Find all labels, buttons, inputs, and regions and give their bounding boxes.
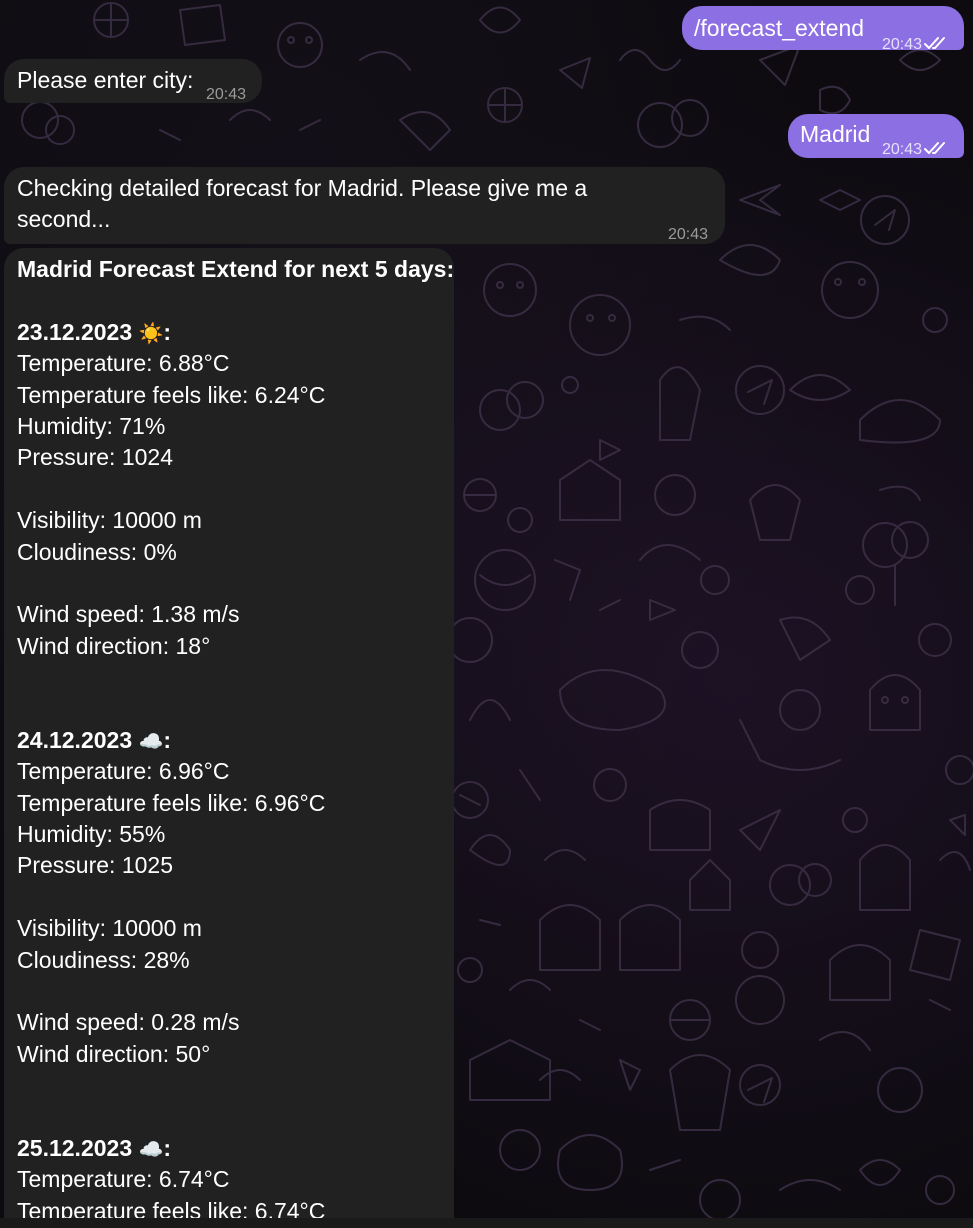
feels-like-line: Temperature feels like: 6.24°C xyxy=(17,381,326,408)
temperature-line: Temperature: 6.88°C xyxy=(17,350,230,377)
message-text: Madrid xyxy=(800,121,871,147)
cloud-icon: ☁️ xyxy=(138,1136,164,1161)
forecast-message[interactable]: Madrid Forecast Extend for next 5 days: … xyxy=(4,248,454,1228)
wind-direction-line: Wind direction: 18° xyxy=(17,632,211,659)
wind-speed-line: Wind speed: 0.28 m/s xyxy=(17,1009,240,1036)
forecast-date: 24.12.2023 xyxy=(17,726,133,753)
forecast-date: 23.12.2023 xyxy=(17,318,133,345)
outgoing-message[interactable]: /forecast_extend 20:43 xyxy=(682,6,964,53)
wind-direction-line: Wind direction: 50° xyxy=(17,1040,211,1067)
forecast-title: Madrid Forecast Extend for next 5 days: xyxy=(17,256,454,282)
cloudiness-line: Cloudiness: 0% xyxy=(17,538,177,565)
message-time: 20:43 xyxy=(668,226,709,243)
message-meta: 20:43 xyxy=(882,29,948,60)
forecast-date: 25.12.2023 xyxy=(17,1134,133,1161)
visibility-line: Visibility: 10000 m xyxy=(17,915,202,942)
message-text: Checking detailed forecast for Madrid. P… xyxy=(17,175,588,233)
feels-like-line: Temperature feels like: 6.96°C xyxy=(17,789,326,816)
message-text: Please enter city: xyxy=(17,67,194,93)
forecast-day-heading: 23.12.2023 ☀️: xyxy=(17,318,172,345)
incoming-message[interactable]: Checking detailed forecast for Madrid. P… xyxy=(4,167,725,244)
outgoing-message[interactable]: Madrid 20:43 xyxy=(788,114,964,158)
forecast-day-heading: 24.12.2023 ☁️: xyxy=(17,726,172,753)
double-check-icon xyxy=(924,37,946,49)
temperature-line: Temperature: 6.74°C xyxy=(17,1166,230,1193)
temperature-line: Temperature: 6.96°C xyxy=(17,758,230,785)
pressure-line: Pressure: 1025 xyxy=(17,852,173,879)
forecast-day-heading: 25.12.2023 ☁️: xyxy=(17,1134,172,1161)
message-text: /forecast_extend xyxy=(694,15,865,41)
wind-speed-line: Wind speed: 1.38 m/s xyxy=(17,601,240,628)
visibility-line: Visibility: 10000 m xyxy=(17,507,202,534)
message-meta: 20:43 xyxy=(882,134,948,165)
humidity-line: Humidity: 55% xyxy=(17,821,166,848)
chat-area[interactable]: /forecast_extend 20:43 Please enter city… xyxy=(0,0,973,1228)
double-check-icon xyxy=(924,142,946,154)
cloud-icon: ☁️ xyxy=(138,728,164,753)
message-time: 20:43 xyxy=(882,36,923,53)
message-time: 20:43 xyxy=(882,141,923,158)
cloudiness-line: Cloudiness: 28% xyxy=(17,946,190,973)
bottom-edge xyxy=(0,1218,973,1228)
pressure-line: Pressure: 1024 xyxy=(17,444,173,471)
sun-icon: ☀️ xyxy=(138,320,164,345)
message-time: 20:43 xyxy=(206,86,247,103)
humidity-line: Humidity: 71% xyxy=(17,412,166,439)
incoming-message[interactable]: Please enter city: 20:43 xyxy=(4,59,262,103)
